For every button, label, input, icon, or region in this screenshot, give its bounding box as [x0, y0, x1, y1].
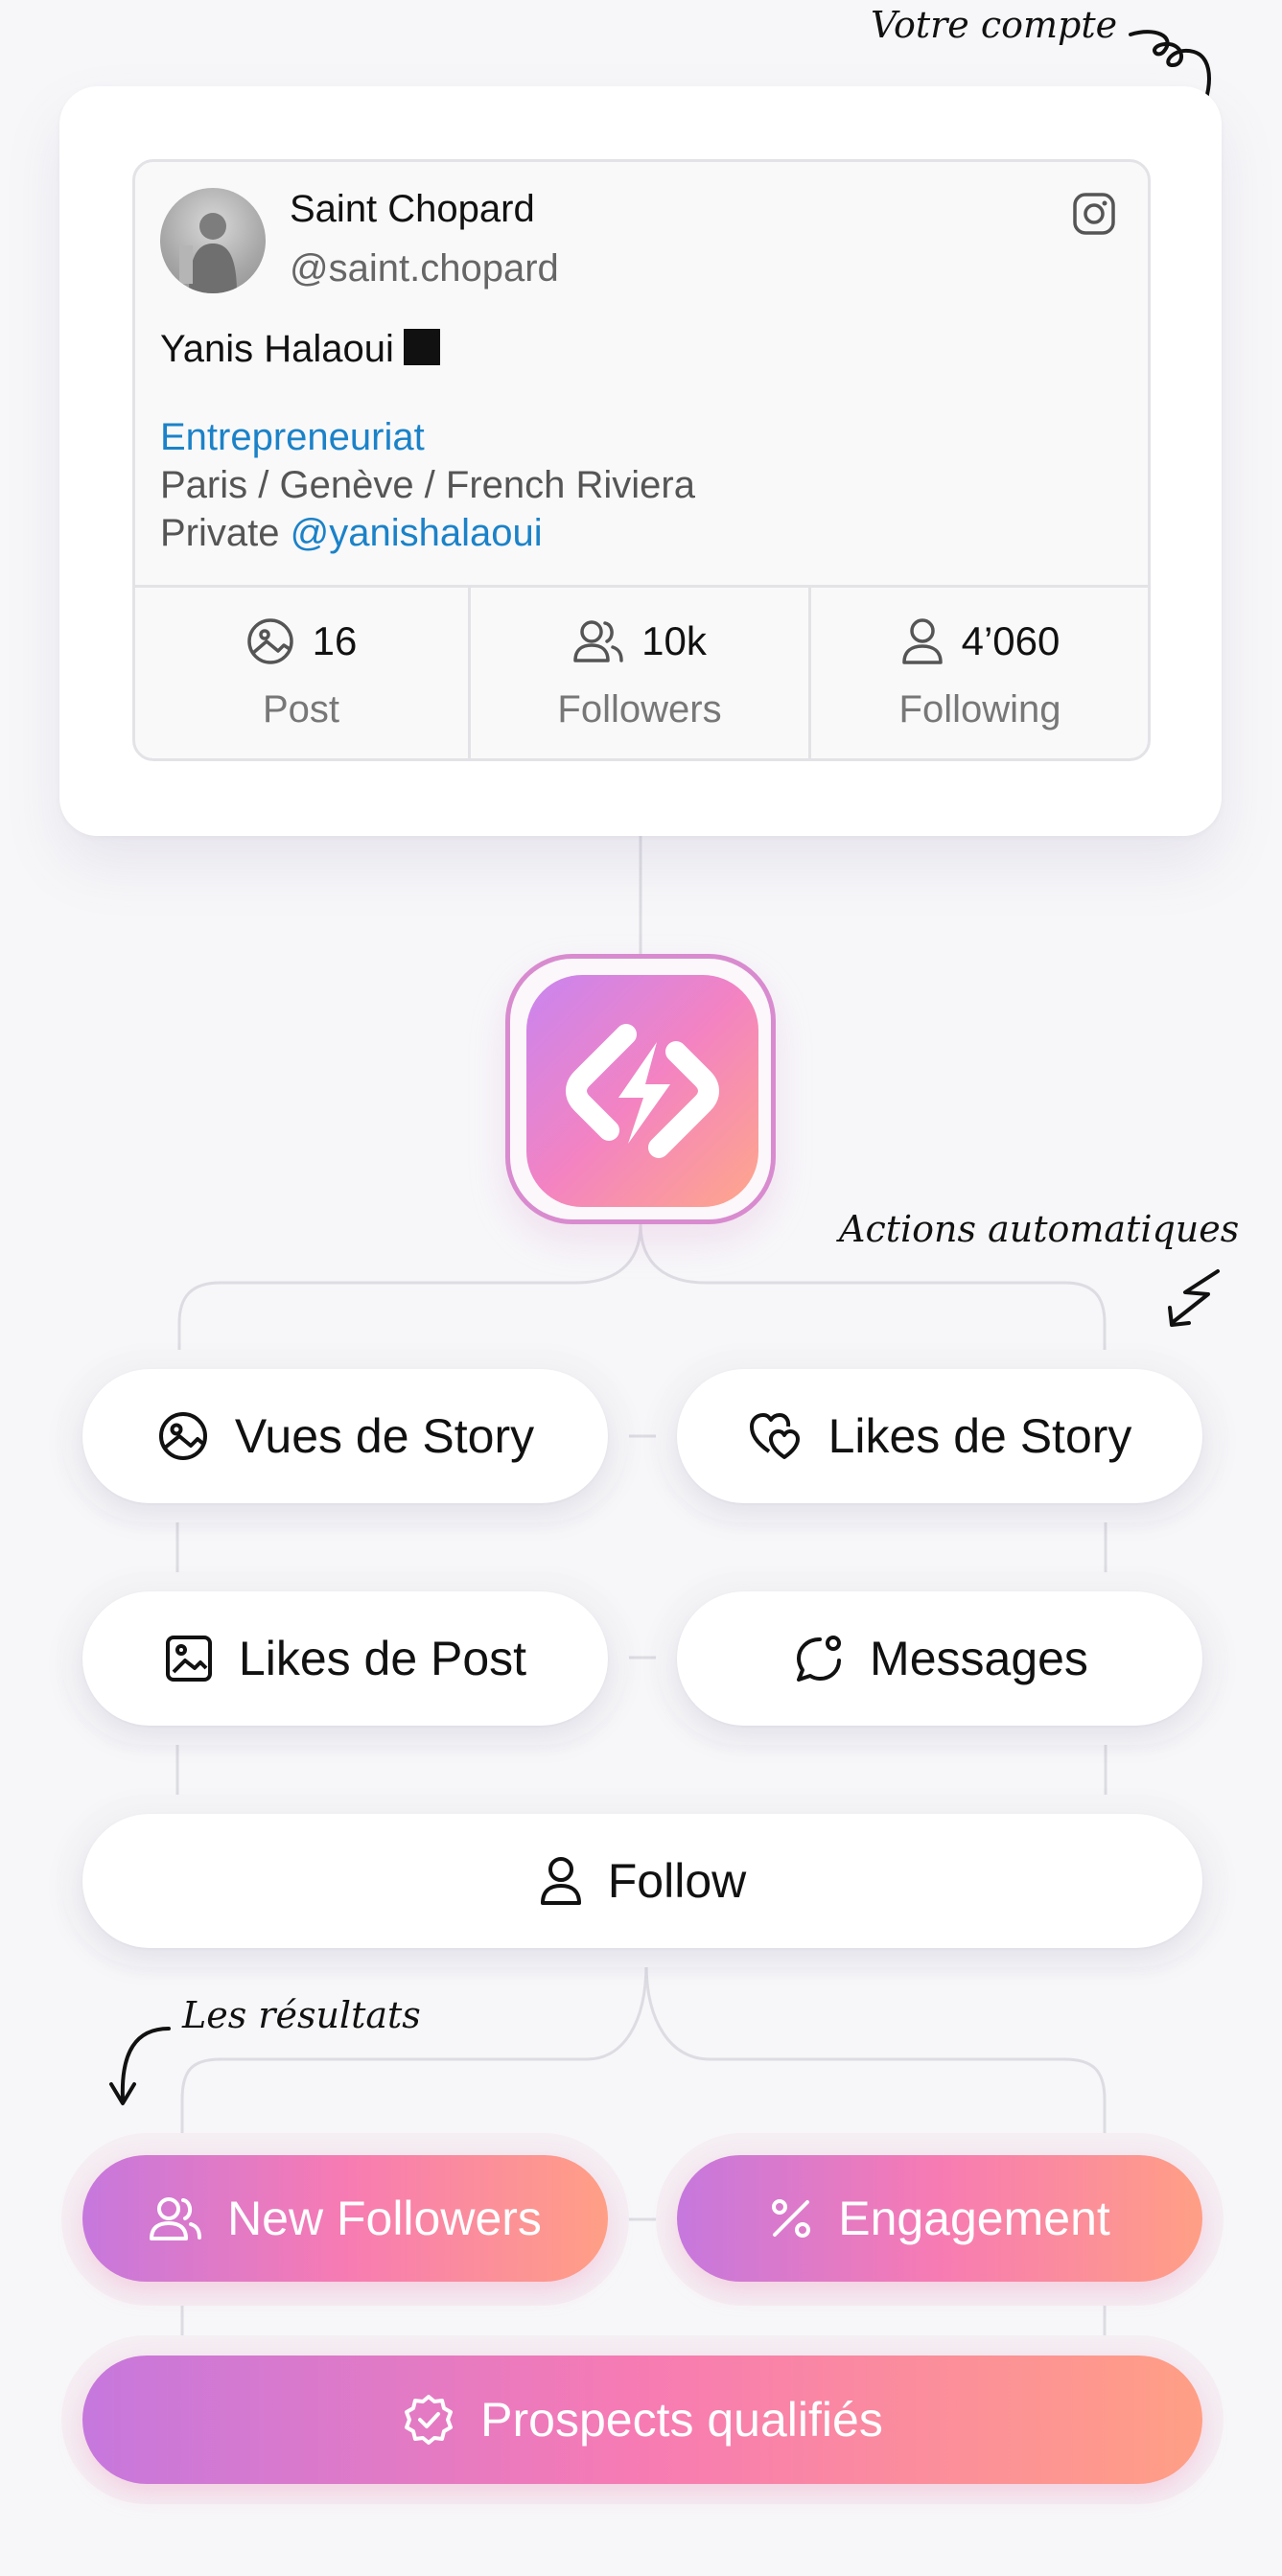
bio-private-link[interactable]: @yanishalaoui	[291, 512, 543, 554]
bio-category[interactable]: Entrepreneuriat	[160, 416, 425, 459]
zigzag-arrow-icon	[1168, 1269, 1220, 1327]
bio-name-line: Yanis Halaoui	[160, 328, 440, 371]
bio-private-line: Private @yanishalaoui	[160, 512, 543, 555]
action-post-likes-label: Likes de Post	[238, 1632, 527, 1685]
stat-followers-label: Followers	[557, 688, 722, 731]
avatar[interactable]	[160, 188, 266, 293]
percent-icon	[772, 2199, 811, 2238]
stat-following-value: 4’060	[961, 618, 1061, 663]
action-follow[interactable]: Follow	[82, 1814, 1202, 1948]
profile-handle: @saint.chopard	[290, 247, 559, 290]
message-icon	[797, 1636, 842, 1682]
action-story-likes[interactable]: Likes de Story	[677, 1369, 1202, 1503]
action-messages[interactable]: Messages	[677, 1591, 1202, 1726]
stat-following[interactable]: 4’060 Following	[811, 614, 1149, 731]
stat-followers-value: 10k	[641, 618, 707, 663]
story-view-icon	[158, 1412, 207, 1460]
bio-location: Paris / Genève / French Riviera	[160, 464, 695, 506]
lightning-logo-icon	[566, 1024, 719, 1158]
action-story-likes-label: Likes de Story	[827, 1409, 1132, 1463]
users-icon	[573, 620, 623, 662]
action-story-views[interactable]: Vues de Story	[82, 1369, 608, 1503]
square-emoji-icon	[403, 329, 440, 365]
instagram-icon[interactable]	[1072, 192, 1116, 236]
action-follow-label: Follow	[607, 1854, 747, 1908]
result-new-followers[interactable]: New Followers	[82, 2155, 608, 2282]
profile-name: Saint Chopard	[290, 188, 535, 230]
curved-arrow-icon	[109, 2027, 171, 2105]
user-icon	[540, 1857, 581, 1905]
app-logo[interactable]	[526, 975, 758, 1207]
result-qualified-prospects-label: Prospects qualifiés	[480, 2393, 883, 2447]
action-post-likes[interactable]: Likes de Post	[82, 1591, 608, 1726]
stat-following-label: Following	[898, 688, 1061, 731]
result-qualified-prospects[interactable]: Prospects qualifiés	[82, 2356, 1202, 2484]
stat-posts-label: Post	[262, 688, 340, 731]
user-icon	[901, 618, 943, 664]
bio-name: Yanis Halaoui	[160, 328, 394, 370]
result-engagement[interactable]: Engagement	[677, 2155, 1202, 2282]
annotation-results: Les résultats	[182, 1994, 421, 2036]
stat-posts-value: 16	[312, 618, 358, 663]
annotation-actions: Actions automatiques	[839, 1208, 1240, 1250]
stat-followers[interactable]: 10k Followers	[471, 614, 808, 731]
stat-posts[interactable]: 16 Post	[132, 614, 470, 731]
action-story-views-label: Vues de Story	[234, 1409, 535, 1463]
stats-divider	[135, 585, 1148, 588]
bio-private-prefix: Private	[160, 512, 280, 554]
hearts-icon	[749, 1413, 800, 1459]
badge-check-icon	[405, 2395, 454, 2445]
image-frame-icon	[165, 1636, 212, 1682]
result-engagement-label: Engagement	[838, 2192, 1110, 2245]
result-new-followers-label: New Followers	[227, 2192, 542, 2245]
annotation-account: Votre compte	[871, 4, 1118, 46]
action-messages-label: Messages	[870, 1632, 1088, 1685]
image-icon	[246, 618, 293, 664]
users-icon	[150, 2197, 202, 2240]
